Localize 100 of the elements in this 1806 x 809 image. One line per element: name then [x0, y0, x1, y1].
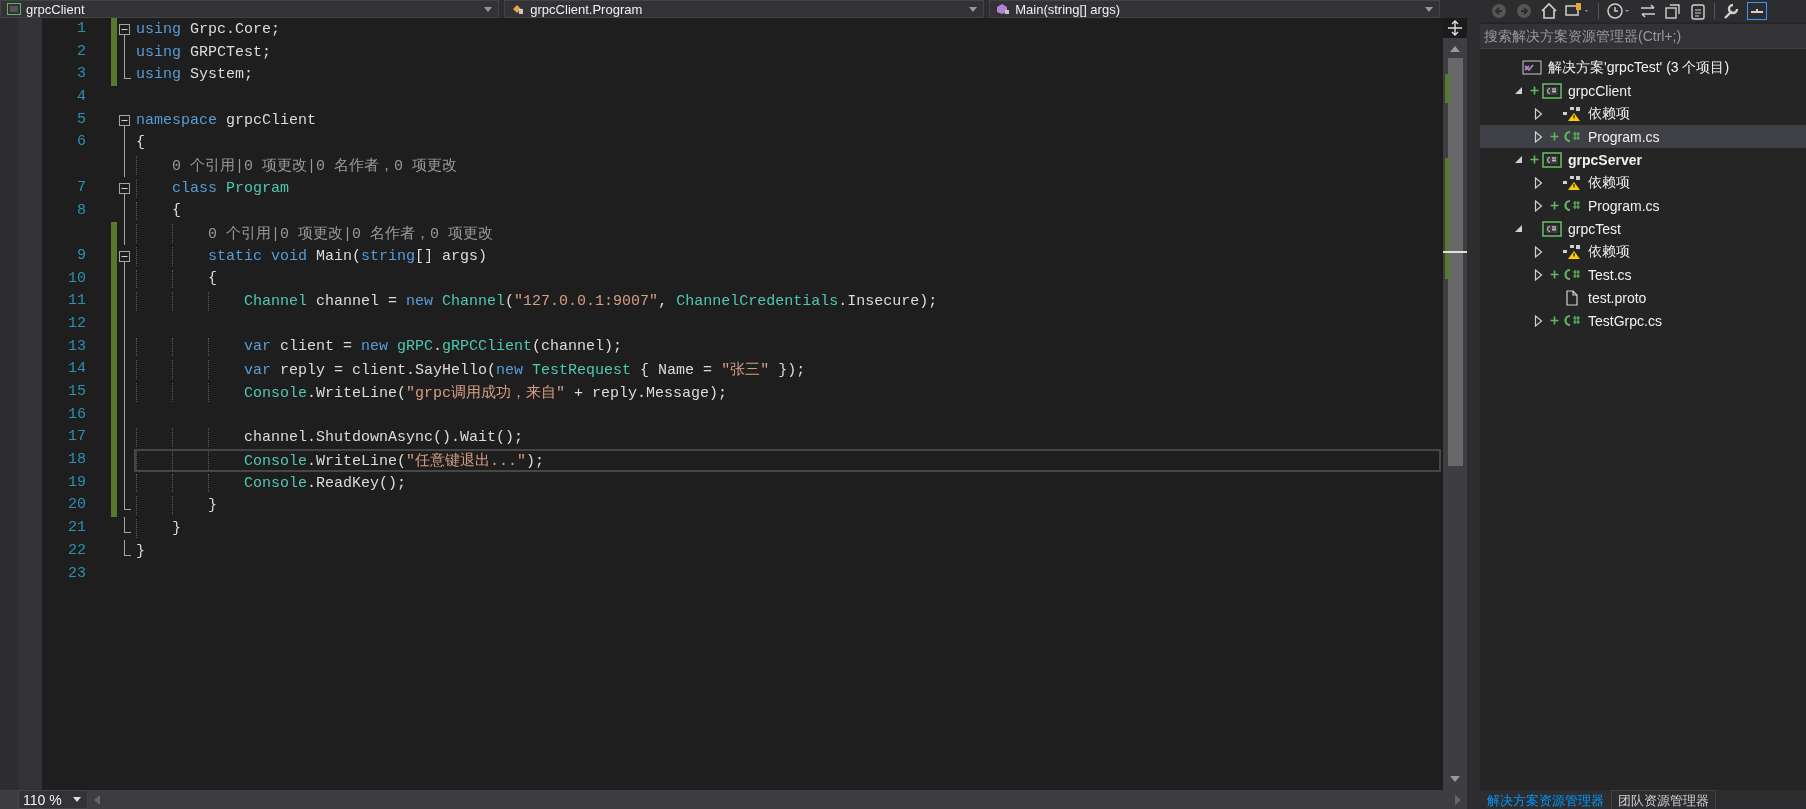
caret-icon	[73, 797, 81, 802]
method-icon	[996, 3, 1011, 15]
tree-item[interactable]: 依赖项	[1480, 102, 1806, 125]
caret-icon	[969, 6, 978, 12]
code-line: using Grpc.Core;	[136, 20, 281, 38]
scroll-down-icon[interactable]	[1450, 776, 1460, 782]
collapsed-arrow-icon[interactable]	[1534, 268, 1543, 281]
code-lens[interactable]: 0 个引用|0 项更改|0 名作者，0 项更改	[172, 155, 457, 175]
collapsed-arrow-icon[interactable]	[1534, 107, 1543, 120]
line-number: 6	[76, 132, 86, 153]
solution-icon	[1522, 59, 1542, 76]
line-number: 4	[76, 87, 86, 108]
panel-tab[interactable]: 团队资源管理器	[1611, 790, 1716, 809]
code-line: using System;	[136, 66, 254, 84]
zoom-dropdown[interactable]: 110 %	[18, 790, 88, 809]
csharp-project-icon	[7, 3, 21, 15]
expanded-arrow-icon[interactable]	[1514, 155, 1523, 164]
code-line: {	[172, 202, 181, 220]
class-icon	[511, 3, 526, 15]
csharp-project-icon	[1542, 82, 1562, 99]
code-line: }	[136, 542, 145, 560]
line-number: 21	[67, 518, 86, 539]
line-number: 5	[76, 109, 86, 130]
csharp-file-icon	[1562, 197, 1582, 214]
code-line: }	[172, 519, 181, 537]
dependencies-warning-icon	[1562, 243, 1582, 260]
tree-item[interactable]: grpcTest	[1480, 217, 1806, 240]
tree-item[interactable]: 依赖项	[1480, 171, 1806, 194]
navigation-dropdown[interactable]: grpcClient.Program	[504, 0, 985, 18]
line-number: 22	[67, 540, 86, 561]
tree-item[interactable]: Test.cs	[1480, 263, 1806, 286]
code-line: Console.WriteLine("grpc调用成功，来自" + reply.Message);	[244, 383, 728, 402]
line-number: 9	[76, 245, 86, 266]
scroll-thumb[interactable]	[1448, 58, 1463, 466]
code-line: Console.ReadKey();	[244, 474, 407, 492]
line-number: 16	[67, 404, 86, 425]
collapsed-arrow-icon[interactable]	[1534, 176, 1543, 189]
line-number: 8	[76, 200, 86, 221]
caret-icon	[484, 6, 493, 12]
pages-icon[interactable]	[1689, 2, 1707, 20]
navigation-dropdown[interactable]: grpcClient	[0, 0, 500, 18]
collapse-icon[interactable]	[119, 250, 130, 262]
code-line: channel.ShutdownAsync().Wait();	[244, 429, 524, 447]
line-number: 15	[67, 382, 86, 402]
tree-item[interactable]: grpcClient	[1480, 79, 1806, 102]
line-number: 1	[76, 19, 86, 39]
line-number: 23	[67, 563, 86, 584]
line-number: 14	[67, 359, 86, 380]
line-number: 3	[76, 64, 86, 85]
scroll-up-icon[interactable]	[1450, 46, 1460, 52]
dependencies-warning-icon	[1562, 174, 1582, 191]
collapse-icon[interactable]	[119, 182, 130, 194]
code-line: var reply = client.SayHello(new TestRequest { Name = "张三" });	[244, 360, 806, 380]
expanded-arrow-icon[interactable]	[1514, 86, 1523, 95]
split-icon[interactable]	[1443, 18, 1467, 38]
code-lens[interactable]: 0 个引用|0 项更改|0 名作者，0 项更改	[208, 224, 493, 244]
dependencies-warning-icon	[1562, 105, 1582, 122]
code-line: class Program	[172, 179, 290, 197]
tree-item[interactable]: Program.cs	[1480, 194, 1806, 217]
code-line: {	[208, 270, 217, 288]
search-field[interactable]: 搜索解决方案资源管理器(Ctrl+;)	[1480, 24, 1806, 49]
csharp-project-icon	[1542, 220, 1562, 237]
line-number: 10	[67, 268, 86, 289]
collapsed-arrow-icon[interactable]	[1534, 199, 1543, 212]
collapse-icon[interactable]	[119, 114, 130, 126]
code-line: Console.WriteLine("任意键退出...");	[244, 451, 545, 470]
panel-tab[interactable]: 解决方案资源管理器	[1480, 790, 1611, 809]
tree-item[interactable]: 依赖项	[1480, 240, 1806, 263]
code-line: {	[136, 134, 145, 152]
csharp-project-icon	[1542, 151, 1562, 168]
tree-item[interactable]: TestGrpc.cs	[1480, 309, 1806, 332]
line-number: 17	[67, 427, 86, 448]
collapsed-arrow-icon[interactable]	[1534, 130, 1543, 143]
sync-icon[interactable]	[1639, 2, 1657, 20]
line-number: 11	[67, 291, 86, 312]
vertical-scrollbar[interactable]	[1443, 18, 1467, 790]
tree-item[interactable]: Program.cs	[1480, 125, 1806, 148]
code-line: var client = new gRPC.gRPCClient(channel);	[244, 338, 623, 356]
line-number: 19	[67, 472, 86, 493]
minimize-icon[interactable]	[1747, 2, 1767, 20]
history-icon[interactable]	[1606, 2, 1632, 20]
tree-item[interactable]: grpcServer	[1480, 148, 1806, 171]
line-number: 7	[76, 177, 86, 198]
expanded-arrow-icon[interactable]	[1514, 224, 1523, 233]
line-number: 13	[67, 336, 86, 357]
collapsed-arrow-icon[interactable]	[1534, 245, 1543, 258]
collapse-all-icon[interactable]	[1664, 2, 1682, 20]
wrench-icon[interactable]	[1722, 2, 1740, 20]
code-line: }	[208, 497, 217, 515]
line-number: 2	[76, 41, 86, 62]
caret-icon	[1425, 6, 1433, 12]
navigation-dropdown[interactable]: Main(string[] args)	[989, 0, 1440, 18]
tree-item[interactable]: test.proto	[1480, 286, 1806, 309]
home-icon[interactable]	[1540, 2, 1558, 20]
code-line: namespace grpcClient	[136, 111, 317, 129]
csharp-file-icon	[1562, 312, 1582, 329]
tree-item[interactable]: 解决方案'grpcTest' (3 个项目)	[1480, 56, 1806, 79]
collapse-icon[interactable]	[119, 24, 130, 35]
collapsed-arrow-icon[interactable]	[1534, 314, 1543, 327]
csharp-file-icon	[1562, 128, 1582, 145]
